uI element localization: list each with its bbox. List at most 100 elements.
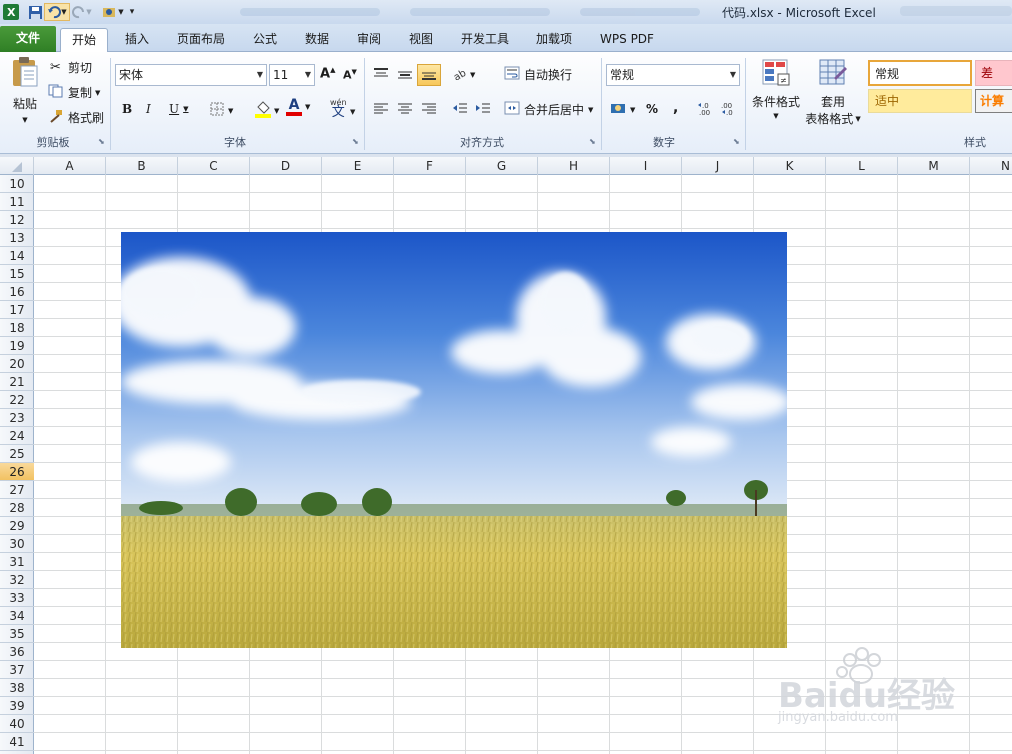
- tab-formulas[interactable]: 公式: [244, 28, 286, 52]
- row-header-22[interactable]: 22: [0, 391, 34, 409]
- select-all-corner[interactable]: [0, 157, 34, 175]
- row-header-31[interactable]: 31: [0, 553, 34, 571]
- style-bad[interactable]: 差: [975, 60, 1012, 86]
- style-calculation[interactable]: 计算: [975, 89, 1012, 113]
- tab-data[interactable]: 数据: [296, 28, 338, 52]
- row-header-34[interactable]: 34: [0, 607, 34, 625]
- tab-wps-pdf[interactable]: WPS PDF: [590, 28, 664, 52]
- wrap-text-button[interactable]: 自动换行: [504, 66, 572, 83]
- row-header-35[interactable]: 35: [0, 625, 34, 643]
- cut-button[interactable]: ✂ 剪切: [50, 59, 92, 76]
- row-header-27[interactable]: 27: [0, 481, 34, 499]
- align-center-button[interactable]: [397, 102, 413, 119]
- format-as-table-button[interactable]: 套用 表格格式 ▼: [804, 58, 862, 127]
- decrease-decimal-button[interactable]: .00.0: [720, 102, 738, 119]
- row-header-33[interactable]: 33: [0, 589, 34, 607]
- row-header-21[interactable]: 21: [0, 373, 34, 391]
- tab-file[interactable]: 文件: [0, 26, 56, 52]
- borders-button[interactable]: ▼: [210, 102, 233, 119]
- copy-button[interactable]: 复制 ▼: [48, 84, 100, 101]
- row-header-28[interactable]: 28: [0, 499, 34, 517]
- row-header-18[interactable]: 18: [0, 319, 34, 337]
- format-painter-button[interactable]: 格式刷: [48, 109, 104, 126]
- dialog-launcher-icon[interactable]: ⬊: [733, 137, 740, 146]
- align-right-button[interactable]: [421, 102, 437, 119]
- row-header-11[interactable]: 11: [0, 193, 34, 211]
- row-header-16[interactable]: 16: [0, 283, 34, 301]
- row-header-30[interactable]: 30: [0, 535, 34, 553]
- row-header-41[interactable]: 41: [0, 733, 34, 751]
- column-header-N[interactable]: N: [970, 157, 1012, 175]
- align-top-button[interactable]: [373, 67, 389, 84]
- tab-page-layout[interactable]: 页面布局: [170, 28, 232, 52]
- undo-button[interactable]: ▼: [44, 3, 70, 21]
- column-header-E[interactable]: E: [322, 157, 394, 175]
- decrease-font-size-button[interactable]: A▼: [343, 68, 357, 82]
- row-header-36[interactable]: 36: [0, 643, 34, 661]
- style-normal[interactable]: 常规: [868, 60, 972, 86]
- fill-color-button[interactable]: ▼: [254, 100, 279, 121]
- decrease-indent-button[interactable]: [452, 102, 468, 119]
- excel-logo-icon[interactable]: X: [2, 3, 20, 21]
- percent-style-button[interactable]: %: [646, 102, 658, 116]
- column-header-G[interactable]: G: [466, 157, 538, 175]
- column-header-I[interactable]: I: [610, 157, 682, 175]
- save-icon[interactable]: [26, 3, 44, 21]
- dialog-launcher-icon[interactable]: ⬊: [98, 137, 105, 146]
- accounting-format-button[interactable]: ▼: [610, 101, 635, 118]
- column-header-H[interactable]: H: [538, 157, 610, 175]
- qat-menu-icon[interactable]: ▾: [126, 3, 138, 21]
- orientation-button[interactable]: ab ▼: [452, 66, 475, 84]
- comma-style-button[interactable]: ,: [673, 100, 678, 116]
- redo-button[interactable]: ▼: [70, 3, 94, 21]
- row-header-10[interactable]: 10: [0, 175, 34, 193]
- column-header-D[interactable]: D: [250, 157, 322, 175]
- tab-developer[interactable]: 开发工具: [452, 28, 518, 52]
- increase-decimal-button[interactable]: .0.00: [698, 102, 716, 118]
- number-format-select[interactable]: 常规 ▼: [606, 64, 740, 86]
- column-header-F[interactable]: F: [394, 157, 466, 175]
- row-header-19[interactable]: 19: [0, 337, 34, 355]
- align-bottom-button[interactable]: [417, 64, 441, 86]
- column-header-M[interactable]: M: [898, 157, 970, 175]
- font-color-button[interactable]: A ▼: [286, 98, 310, 116]
- tab-home[interactable]: 开始: [60, 28, 108, 52]
- customize-tool-icon[interactable]: ▼: [100, 3, 126, 21]
- column-header-B[interactable]: B: [106, 157, 178, 175]
- row-header-14[interactable]: 14: [0, 247, 34, 265]
- row-header-40[interactable]: 40: [0, 715, 34, 733]
- increase-font-size-button[interactable]: A▲: [320, 66, 335, 81]
- phonetic-button[interactable]: wén 文: [330, 98, 347, 119]
- row-header-13[interactable]: 13: [0, 229, 34, 247]
- dialog-launcher-icon[interactable]: ⬊: [352, 137, 359, 146]
- underline-button[interactable]: U ▼: [169, 102, 189, 116]
- column-header-K[interactable]: K: [754, 157, 826, 175]
- tab-add-ins[interactable]: 加载项: [528, 28, 580, 52]
- style-neutral[interactable]: 适中: [868, 89, 972, 113]
- row-header-25[interactable]: 25: [0, 445, 34, 463]
- tab-review[interactable]: 审阅: [348, 28, 390, 52]
- tab-insert[interactable]: 插入: [116, 28, 158, 52]
- align-left-button[interactable]: [373, 102, 389, 119]
- row-header-12[interactable]: 12: [0, 211, 34, 229]
- align-middle-button[interactable]: [397, 67, 413, 84]
- column-header-C[interactable]: C: [178, 157, 250, 175]
- row-header-32[interactable]: 32: [0, 571, 34, 589]
- inserted-picture-wheat-field[interactable]: [121, 232, 787, 648]
- row-header-17[interactable]: 17: [0, 301, 34, 319]
- row-header-26[interactable]: 26: [0, 463, 34, 481]
- column-header-J[interactable]: J: [682, 157, 754, 175]
- row-header-15[interactable]: 15: [0, 265, 34, 283]
- row-header-39[interactable]: 39: [0, 697, 34, 715]
- row-header-38[interactable]: 38: [0, 679, 34, 697]
- row-header-20[interactable]: 20: [0, 355, 34, 373]
- chevron-down-icon[interactable]: ▼: [350, 108, 355, 116]
- dialog-launcher-icon[interactable]: ⬊: [589, 137, 596, 146]
- row-header-37[interactable]: 37: [0, 661, 34, 679]
- row-header-23[interactable]: 23: [0, 409, 34, 427]
- font-name-select[interactable]: 宋体 ▼: [115, 64, 267, 86]
- row-header-29[interactable]: 29: [0, 517, 34, 535]
- paste-button[interactable]: 粘贴 ▼: [8, 56, 42, 124]
- increase-indent-button[interactable]: [475, 102, 491, 119]
- italic-button[interactable]: I: [146, 102, 151, 116]
